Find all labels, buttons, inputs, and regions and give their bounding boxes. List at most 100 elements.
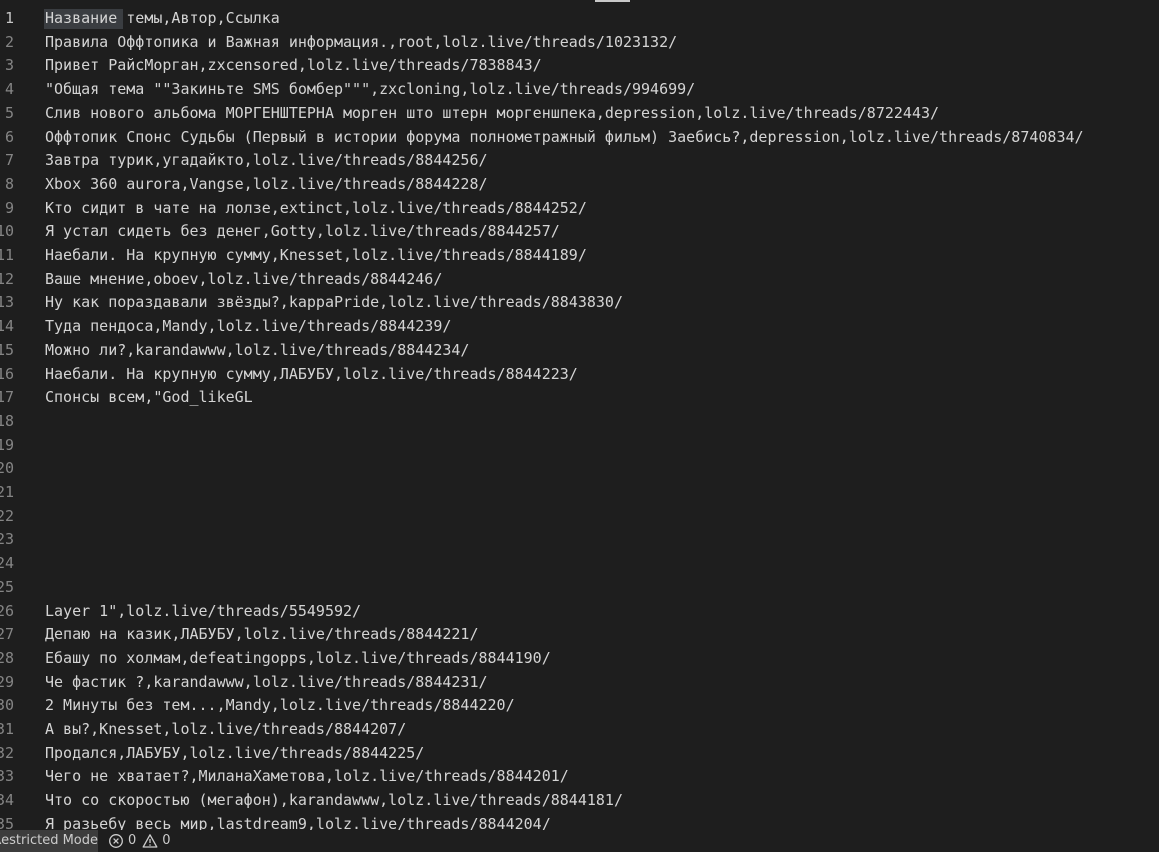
editor-line[interactable]: 33 Чего не хватает?,МиланаХаметова,lolz.l… (0, 765, 1159, 789)
line-number: 5 (4, 103, 14, 122)
error-count: 0 (128, 833, 137, 848)
warning-triangle-icon (142, 834, 158, 848)
editor-line[interactable]: 22 (0, 505, 1159, 529)
line-number: 12 (0, 269, 14, 288)
restricted-mode-indicator[interactable]: Restricted Mode (0, 830, 98, 852)
problems-indicator[interactable]: 0 0 (108, 830, 171, 852)
editor-line[interactable]: 19 (0, 434, 1159, 458)
editor-line[interactable]: 12 Ваше мнение,oboev,lolz.live/threads/88… (0, 268, 1159, 292)
line-number: 34 (0, 791, 14, 810)
line-text: 2 Минуты без тем...,Mandy,lolz.live/thre… (45, 696, 515, 715)
error-circle-icon (109, 834, 123, 848)
editor-line[interactable]: 16 Наебали. На крупную сумму,ЛАБУБУ,lolz.… (0, 363, 1159, 387)
line-number: 3 (4, 56, 14, 75)
status-bar: Restricted Mode 0 0 (0, 830, 1159, 852)
editor-line[interactable]: 3 Привет РайсМорган,zxcensored,lolz.live/… (0, 54, 1159, 78)
line-text: Слив нового альбома МОРГЕНШТЕРНА морген … (45, 103, 940, 122)
line-number: 15 (0, 340, 14, 359)
editor-line[interactable]: 27 Депаю на казик,ЛАБУБУ,lolz.live/thread… (0, 623, 1159, 647)
editor-line[interactable]: 4 "Общая тема ""Закиньте SMS бомбер""",zx… (0, 78, 1159, 102)
line-text: Что со скоростью (мегафон),karandawww,lo… (45, 791, 623, 810)
editor-line[interactable]: 30 2 Минуты без тем...,Mandy,lolz.live/th… (0, 694, 1159, 718)
editor-line[interactable]: 9 Кто сидит в чате на лолзе,extinct,lolz.… (0, 197, 1159, 221)
editor-line[interactable]: 26 Layer 1",lolz.live/threads/5549592/ (0, 600, 1159, 624)
line-number: 7 (4, 151, 14, 170)
editor-line[interactable]: 10 Я устал сидеть без денег,Gotty,lolz.li… (0, 220, 1159, 244)
editor-line[interactable]: 8 Xbox 360 aurora,Vangse,lolz.live/thread… (0, 173, 1159, 197)
editor-line[interactable]: 20 (0, 457, 1159, 481)
line-number: 19 (0, 435, 14, 454)
line-text: Оффтопик Спонс Судьбы (Первый в истории … (45, 127, 1084, 146)
editor-line[interactable]: 35 Я разьебу весь мир,lastdream9,lolz.liv… (0, 813, 1159, 830)
line-number: 35 (0, 814, 14, 830)
editor-line[interactable]: 28 Ебашу по холмам,defeatingopps,lolz.liv… (0, 647, 1159, 671)
editor-line[interactable]: 7 Завтра турик,угадайкто,lolz.live/thread… (0, 149, 1159, 173)
editor-line[interactable]: 6 Оффтопик Спонс Судьбы (Первый в истории… (0, 126, 1159, 150)
editor-line[interactable]: 34 Что со скоростью (мегафон),karandawww,… (0, 789, 1159, 813)
active-tab-edge[interactable] (595, 0, 630, 2)
line-number: 22 (0, 506, 14, 525)
editor-line[interactable]: 17 Спонсы всем,"God_likeGL (0, 386, 1159, 410)
editor-line[interactable]: 15 Можно ли?,karandawww,lolz.live/threads… (0, 339, 1159, 363)
editor-line[interactable]: 5 Слив нового альбома МОРГЕНШТЕРНА морген… (0, 102, 1159, 126)
line-number: 31 (0, 720, 14, 738)
line-text: Название темы,Автор,Ссылка (45, 9, 280, 27)
line-text: Ну как пораздавали звёзды?,kappaPride,lo… (45, 293, 623, 312)
line-number: 10 (0, 222, 14, 241)
line-text: Правила Оффтопика и Важная информация.,r… (45, 32, 678, 51)
line-text: Че фастик ?,karandawww,lolz.live/threads… (45, 672, 488, 691)
line-number: 14 (0, 317, 14, 336)
line-number: 18 (0, 411, 14, 430)
line-text: Layer 1",lolz.live/threads/5549592/ (45, 601, 362, 620)
line-number: 28 (0, 648, 14, 667)
editor-line[interactable]: 11 Наебали. На крупную сумму,Knesset,lolz… (0, 244, 1159, 268)
line-number: 17 (0, 388, 14, 407)
line-number: 1 (4, 9, 14, 27)
line-number: 30 (0, 696, 14, 715)
line-text: Я устал сидеть без денег,Gotty,lolz.live… (45, 222, 560, 241)
line-text: Депаю на казик,ЛАБУБУ,lolz.live/threads/… (45, 625, 479, 644)
line-text: Продался,ЛАБУБУ,lolz.live/threads/884422… (45, 743, 425, 762)
text-editor[interactable]: 1 Название темы,Автор,Ссылка 2 Правила Оффт… (0, 6, 1159, 830)
line-number: 29 (0, 672, 14, 691)
line-number: 2 (4, 32, 14, 51)
editor-line[interactable]: 25 (0, 576, 1159, 600)
line-text: Кто сидит в чате на лолзе,extinct,lolz.l… (45, 198, 587, 217)
line-number: 21 (0, 483, 14, 501)
line-text: А вы?,Knesset,lolz.live/threads/8844207/ (45, 720, 407, 738)
line-number: 32 (0, 743, 14, 762)
line-text: Xbox 360 aurora,Vangse,lolz.live/threads… (45, 174, 488, 193)
editor-line[interactable]: 1 Название темы,Автор,Ссылка (0, 7, 1159, 31)
line-number: 8 (4, 174, 14, 193)
line-text: Наебали. На крупную сумму,Knesset,lolz.l… (45, 246, 587, 264)
editor-line[interactable]: 31 А вы?,Knesset,lolz.live/threads/884420… (0, 718, 1159, 742)
line-number: 16 (0, 364, 14, 383)
editor-line[interactable]: 18 (0, 410, 1159, 434)
restricted-mode-label: Restricted Mode (0, 833, 98, 848)
line-number: 9 (4, 198, 14, 217)
line-text: Ваше мнение,oboev,lolz.live/threads/8844… (45, 269, 443, 288)
line-text: Привет РайсМорган,zxcensored,lolz.live/t… (45, 56, 542, 75)
editor-line[interactable]: 13 Ну как пораздавали звёзды?,kappaPride,… (0, 291, 1159, 315)
editor-line[interactable]: 29 Че фастик ?,karandawww,lolz.live/threa… (0, 671, 1159, 695)
editor-line[interactable]: 23 (0, 528, 1159, 552)
editor-line[interactable]: 21 (0, 481, 1159, 505)
line-number: 27 (0, 625, 14, 644)
line-number: 33 (0, 767, 14, 786)
line-text: Наебали. На крупную сумму,ЛАБУБУ,lolz.li… (45, 364, 578, 383)
line-text: Туда пендоса,Mandy,lolz.live/threads/884… (45, 317, 452, 336)
line-number: 26 (0, 601, 14, 620)
editor-line[interactable]: 14 Туда пендоса,Mandy,lolz.live/threads/8… (0, 315, 1159, 339)
editor-line[interactable]: 24 (0, 552, 1159, 576)
line-text: "Общая тема ""Закиньте SMS бомбер""",zxc… (45, 80, 696, 99)
line-text: Я разьебу весь мир,lastdream9,lolz.live/… (45, 814, 551, 830)
line-number: 20 (0, 459, 14, 478)
line-text: Спонсы всем,"God_likeGL (45, 388, 253, 407)
line-number: 4 (4, 80, 14, 99)
editor-line[interactable]: 2 Правила Оффтопика и Важная информация.,… (0, 31, 1159, 55)
line-number: 13 (0, 293, 14, 312)
editor-line[interactable]: 32 Продался,ЛАБУБУ,lolz.live/threads/8844… (0, 742, 1159, 766)
line-text: Завтра турик,угадайкто,lolz.live/threads… (45, 151, 488, 170)
line-number: 6 (4, 127, 14, 146)
line-number: 24 (0, 554, 14, 573)
